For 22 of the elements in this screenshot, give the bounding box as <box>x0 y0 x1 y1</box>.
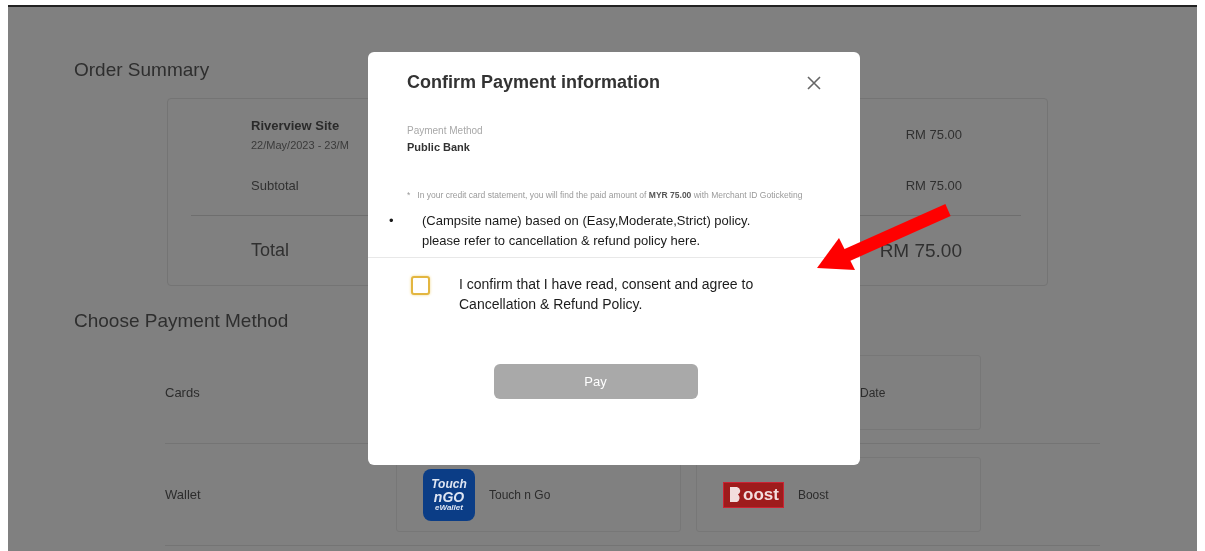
total-label: Total <box>251 240 290 262</box>
section-title: Order Summary <box>74 59 211 81</box>
consent-checkbox[interactable] <box>411 276 430 295</box>
consent-text: I confirm that I have read, consent and agree to Cancellation & Refund Policy. <box>459 275 754 314</box>
field-label: Payment Method <box>407 125 484 136</box>
item-price: RM 75.00 <box>905 127 962 143</box>
site-name: Riverview Site <box>251 118 341 134</box>
section-title: Choose Payment Method <box>74 310 290 332</box>
note-mark: * <box>407 189 411 202</box>
field-value: Public Bank <box>407 141 471 153</box>
wallet-logo: Touch nGO eWallet <box>423 468 475 521</box>
policy-text: (Campsite name) based on (Easy,Moderate,Strict) policy. please refer to cancellation & refund policy here. <box>422 212 751 250</box>
subtotal-label: Subtotal <box>251 178 299 194</box>
method-group-label: Wallet <box>165 487 202 502</box>
booking-dates: 22/May/2023 - 23/M <box>251 139 349 152</box>
bullet-mark: • <box>389 212 395 230</box>
wallet-logo: oost <box>723 481 784 508</box>
subtotal-value: RM 75.00 <box>905 178 962 194</box>
statement-note: In your credit card statement, you will find the paid amount of MYR 75.00 with Merchant ID Goticketing <box>417 189 803 202</box>
dialog-title: Confirm Payment information <box>407 72 661 93</box>
method-group-label: Cards <box>165 385 201 400</box>
total-value: RM 75.00 <box>879 239 962 262</box>
